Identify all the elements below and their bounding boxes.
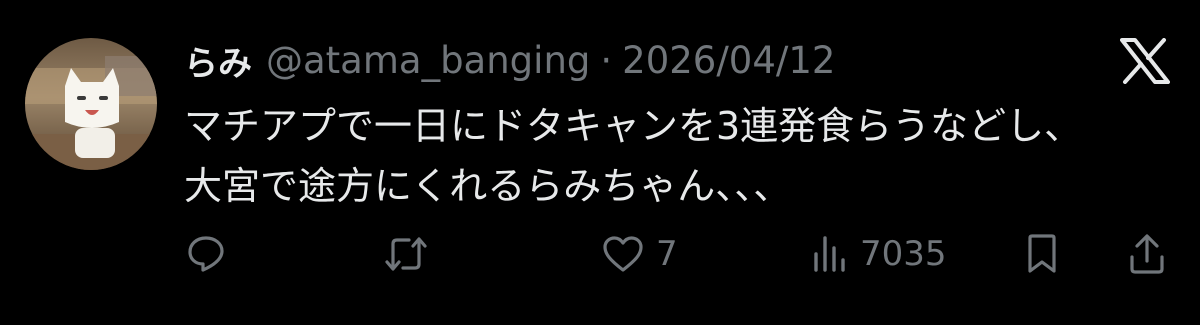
retweet-icon (384, 234, 428, 274)
bookmark-icon (1024, 233, 1060, 275)
tweet-card: らみ @atama_banging · 2026/04/12 マチアプで一日にド… (0, 0, 1200, 325)
tweet-text-line: 大宮で途方にくれるらみちゃん、、、 (184, 164, 792, 208)
views-button[interactable]: 7035 (812, 224, 947, 284)
x-logo-icon[interactable] (1120, 38, 1170, 84)
like-button[interactable]: 7 (602, 224, 678, 284)
action-bar: 7 7035 (0, 224, 1200, 284)
heart-icon (602, 235, 644, 273)
reply-button[interactable] (186, 224, 226, 284)
tweet-header: らみ @atama_banging · 2026/04/12 (184, 32, 835, 88)
post-date[interactable]: 2026/04/12 (622, 39, 835, 82)
views-count: 7035 (860, 234, 947, 274)
toro-cat-avatar-image (25, 38, 157, 170)
bookmark-button[interactable] (1024, 224, 1060, 284)
user-handle[interactable]: @atama_banging (266, 39, 590, 82)
reply-icon (186, 234, 226, 274)
tweet-text-line: マチアプで一日にドタキャンを3連発食らうなどし、 (184, 104, 1083, 148)
like-count: 7 (656, 234, 678, 274)
separator-dot: · (600, 38, 613, 82)
tweet-text: マチアプで一日にドタキャンを3連発食らうなどし、 大宮で途方にくれるらみちゃん、… (184, 96, 1082, 216)
share-button[interactable] (1128, 224, 1166, 284)
share-icon (1128, 233, 1166, 275)
retweet-button[interactable] (384, 224, 428, 284)
avatar[interactable] (25, 38, 157, 170)
display-name[interactable]: らみ (184, 36, 252, 85)
views-icon (812, 234, 848, 274)
